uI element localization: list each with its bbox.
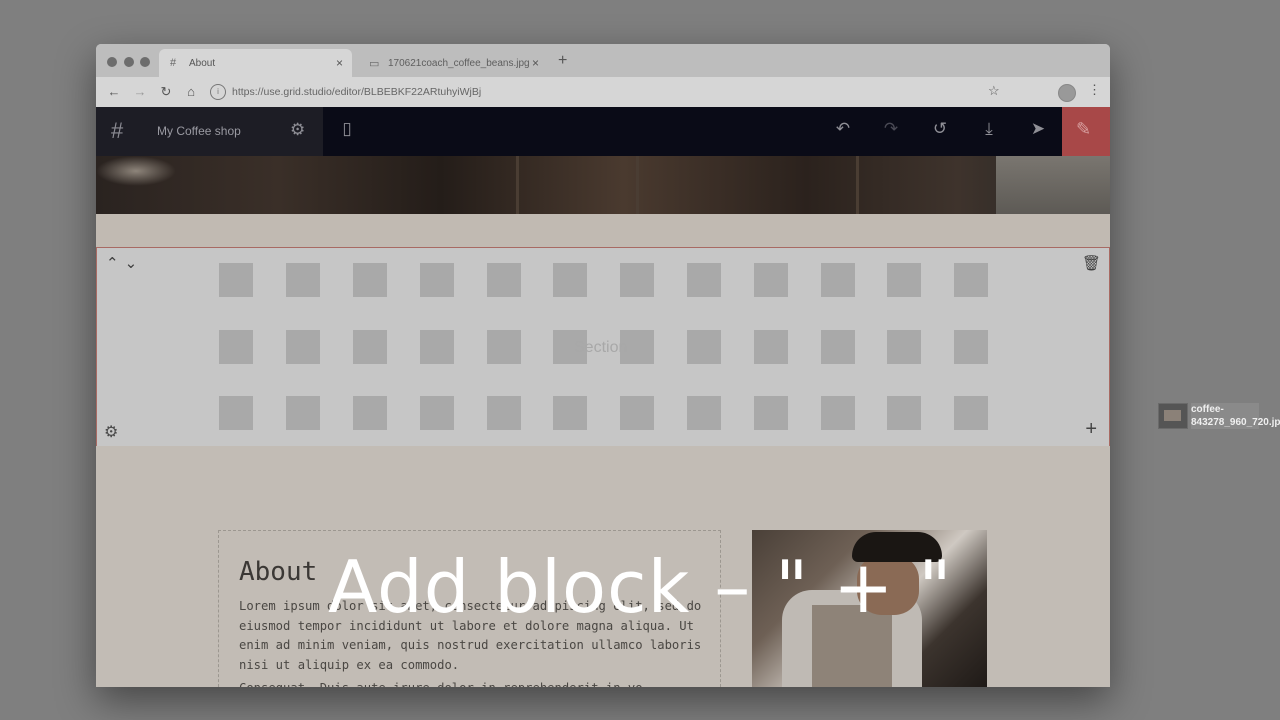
file-icon: ▭ (369, 57, 380, 70)
new-tab-button[interactable]: + (558, 52, 567, 70)
hero-beam (636, 156, 639, 214)
grid-placeholder-cell (887, 263, 921, 297)
window-zoom-dot[interactable] (140, 57, 150, 67)
tab-coffee-beans[interactable]: ▭ 170621coach_coffee_beans.jpg × (358, 49, 548, 77)
grid-placeholder-cell (954, 396, 988, 430)
close-icon[interactable]: × (336, 56, 343, 70)
site-name[interactable]: My Coffee shop (157, 124, 241, 138)
grid-placeholder-cell (353, 330, 387, 364)
pencil-icon: ✎ (1076, 119, 1092, 139)
tab-about[interactable]: # About × (159, 49, 352, 77)
about-body-text-2: Consequat. Duis aute irure dolor in repr… (239, 679, 709, 687)
forward-icon[interactable]: → (132, 84, 148, 99)
grid-placeholder-cell (420, 330, 454, 364)
grid-placeholder-cell (553, 396, 587, 430)
site-settings-gear-icon[interactable]: ⚙ (290, 120, 305, 140)
site-panel: # My Coffee shop ⚙ (96, 107, 323, 156)
grid-placeholder-cell (954, 263, 988, 297)
grid-placeholder-cell (754, 396, 788, 430)
grid-placeholder-cell (420, 396, 454, 430)
url-text: https://use.grid.studio/editor/BLBEBKF22… (232, 86, 482, 98)
grid-placeholder-cell (219, 330, 253, 364)
trash-icon[interactable]: 🗑 (1082, 254, 1101, 272)
grid-placeholder-cell (219, 396, 253, 430)
hero-light (96, 156, 176, 186)
tab-strip: # About × ▭ 170621coach_coffee_beans.jpg… (96, 44, 1110, 77)
move-section-arrows[interactable]: ⌃⌄ (106, 254, 143, 272)
url-field[interactable]: i https://use.grid.studio/editor/BLBEBKF… (210, 82, 1010, 102)
grid-placeholder-cell (821, 330, 855, 364)
hero-beam (516, 156, 519, 214)
section-settings-gear-icon[interactable]: ⚙ (104, 422, 118, 442)
grid-placeholder-cell (487, 330, 521, 364)
image-file-icon (1158, 403, 1188, 429)
grid-placeholder-cell (420, 263, 454, 297)
hero-window (996, 156, 1110, 214)
grid-placeholder-cell (687, 396, 721, 430)
menu-dots-icon[interactable]: ⋮ (1088, 82, 1101, 98)
download-icon[interactable]: ⤓ (978, 119, 1000, 139)
tab-label: About (189, 57, 216, 69)
grid-placeholder-cell (353, 396, 387, 430)
add-block-button[interactable]: + (1085, 418, 1097, 441)
grid-placeholder-cell (687, 263, 721, 297)
about-heading: About (239, 557, 318, 587)
section-label: Section (574, 339, 628, 356)
grid-placeholder-cell (286, 330, 320, 364)
grid-placeholder-cell (487, 396, 521, 430)
close-icon[interactable]: × (532, 56, 539, 70)
grid-placeholder-cell (553, 263, 587, 297)
window-minimize-dot[interactable] (124, 57, 134, 67)
profile-avatar[interactable] (1058, 84, 1076, 102)
bookmark-star-icon[interactable]: ☆ (988, 83, 1000, 99)
address-bar: ← → ↻ ⌂ i https://use.grid.studio/editor… (96, 77, 1110, 108)
mobile-preview-icon[interactable]: ▯ (336, 119, 358, 139)
info-icon[interactable]: i (210, 84, 226, 100)
grid-placeholder-cell (754, 263, 788, 297)
section-spacer (96, 214, 1110, 247)
grid-placeholder-cell (821, 263, 855, 297)
home-icon[interactable]: ⌂ (183, 84, 199, 99)
grid-placeholder-cell (754, 330, 788, 364)
desktop-file-name: coffee-843278_960_720.jpg (1191, 403, 1280, 429)
tutorial-caption: Add block – " + " (328, 545, 953, 629)
grid-placeholder-cell (286, 263, 320, 297)
undo-icon[interactable]: ↶ (832, 119, 854, 139)
back-icon[interactable]: ← (106, 84, 122, 99)
grid-placeholder-cell (620, 263, 654, 297)
grid-placeholder-cell (954, 330, 988, 364)
grid-placeholder-cell (620, 396, 654, 430)
publish-icon[interactable]: ➤ (1027, 119, 1049, 139)
hero-image (96, 156, 1110, 214)
tab-label: 170621coach_coffee_beans.jpg (388, 57, 530, 69)
grid-placeholder-cell (821, 396, 855, 430)
grid-placeholder-cell (687, 330, 721, 364)
grid-placeholder-cell (487, 263, 521, 297)
empty-section[interactable]: Section ⌃⌄ 🗑 ⚙ + (96, 247, 1110, 447)
grid-placeholder-cell (887, 330, 921, 364)
history-icon[interactable]: ↺ (929, 119, 951, 139)
grid-placeholder-cell (219, 263, 253, 297)
hash-icon: # (170, 57, 177, 69)
grid-placeholder-cell (887, 396, 921, 430)
grid-logo-icon[interactable]: # (111, 118, 123, 144)
hero-beam (856, 156, 859, 214)
redo-icon[interactable]: ↷ (880, 119, 902, 139)
reload-icon[interactable]: ↻ (158, 84, 174, 100)
edit-button[interactable]: ✎ (1062, 107, 1110, 156)
window-close-dot[interactable] (107, 57, 117, 67)
grid-placeholder-cell (286, 396, 320, 430)
editor-toolbar: # My Coffee shop ⚙ ▯ ↶ ↷ ↺ ⤓ ➤ ✎ (96, 107, 1110, 156)
grid-placeholder-cell (353, 263, 387, 297)
